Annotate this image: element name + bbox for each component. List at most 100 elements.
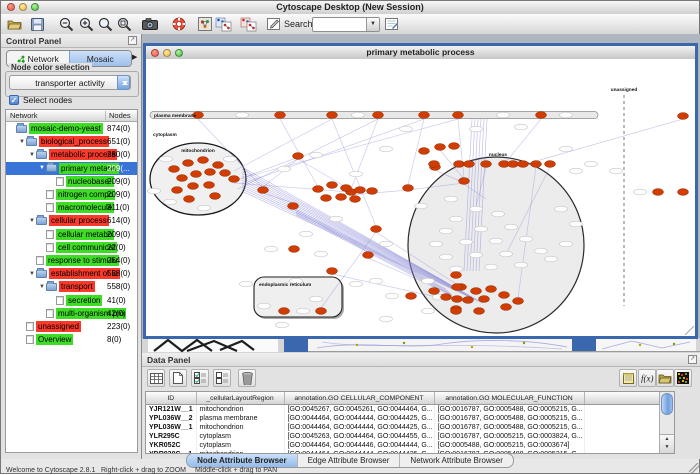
network-canvas[interactable]: plasma membrane cytoplasm mitochondrion …	[146, 59, 695, 336]
network-node[interactable]	[435, 144, 446, 151]
tree-row[interactable]: unassigned223(0)	[6, 320, 137, 333]
expander-icon[interactable]: ▼	[28, 271, 36, 277]
column-header[interactable]	[584, 392, 660, 405]
network-node[interactable]	[531, 161, 542, 168]
function-builder-button[interactable]: f(x)	[638, 369, 656, 387]
network-node[interactable]	[653, 189, 664, 196]
network-node[interactable]	[518, 161, 529, 168]
select-attributes-button[interactable]	[191, 369, 209, 387]
table-row[interactable]: YPL036W__2plasma membrane[GO:0044464, GO…	[146, 414, 660, 423]
tree-row[interactable]: secretion41(0)	[6, 293, 137, 306]
tree-row[interactable]: multi-organism pro42(0)	[6, 307, 137, 320]
tree-row[interactable]: ▼primary metabo209(...	[6, 162, 137, 175]
expander-icon[interactable]: ▼	[28, 218, 36, 224]
network-node[interactable]	[275, 112, 286, 119]
select-nodes-checkbox[interactable]: ✓	[9, 95, 19, 105]
attribute-table-button[interactable]	[147, 369, 165, 387]
vizmapper-button[interactable]	[196, 15, 214, 33]
tree-row[interactable]: ▼establishment of lo558(0)	[6, 267, 137, 280]
annotation-button[interactable]	[265, 15, 283, 33]
save-session-button[interactable]	[28, 15, 46, 33]
tree-row[interactable]: ▼biological_process651(0)	[6, 135, 137, 148]
network-node[interactable]	[441, 294, 452, 301]
network-node[interactable]	[289, 246, 300, 253]
network-node[interactable]	[288, 203, 299, 210]
tab-edge-attribute-browser[interactable]: Edge Attribute Browser	[297, 454, 400, 467]
network-node[interactable]	[279, 308, 290, 315]
network-view-titlebar[interactable]: primary metabolic process	[146, 46, 695, 60]
search-dropdown-icon[interactable]: ▼	[366, 18, 379, 31]
network-node[interactable]	[481, 161, 492, 168]
zoom-out-button[interactable]	[57, 15, 75, 33]
help-button[interactable]	[170, 15, 188, 33]
network-node[interactable]	[327, 112, 338, 119]
tree-row[interactable]: mosaic-demo-yeast874(0)	[6, 122, 137, 135]
column-header[interactable]: ID	[146, 392, 196, 405]
network-node[interactable]	[454, 161, 465, 168]
network-node[interactable]	[258, 187, 269, 194]
network-node[interactable]	[459, 178, 470, 185]
window-resize-grip[interactable]	[689, 463, 699, 473]
network-node[interactable]	[449, 143, 460, 150]
network-node[interactable]	[210, 193, 221, 200]
network-node[interactable]	[204, 182, 215, 189]
tree-row[interactable]: response to stimulu264(0)	[6, 254, 137, 267]
network-node[interactable]	[508, 161, 519, 168]
network-node[interactable]	[184, 196, 195, 203]
network-node[interactable]	[474, 308, 485, 315]
tree-row[interactable]: ▼transport558(0)	[6, 280, 137, 293]
network-node[interactable]	[172, 187, 183, 194]
attribute-table-header-row[interactable]: ID_cellularLayoutRegionannotation.GO CEL…	[146, 392, 660, 405]
advanced-search-button[interactable]	[383, 15, 401, 33]
attribute-table[interactable]: ID_cellularLayoutRegionannotation.GO CEL…	[146, 392, 661, 454]
float-panel-icon[interactable]: ↗	[128, 36, 137, 45]
network-node[interactable]	[453, 112, 464, 119]
tab-network-attribute-browser[interactable]: Network Attribute Browser	[399, 454, 512, 467]
tab-overflow-arrow[interactable]: ▶	[132, 53, 137, 61]
expander-icon[interactable]: ▼	[38, 165, 46, 171]
network-node[interactable]	[336, 194, 347, 201]
network-node[interactable]	[371, 226, 382, 233]
network-node[interactable]	[451, 272, 462, 279]
open-session-button[interactable]	[5, 15, 23, 33]
network-node[interactable]	[419, 112, 430, 119]
network-node[interactable]	[536, 112, 547, 119]
network-node[interactable]	[350, 196, 361, 203]
snapshot-button[interactable]	[141, 15, 159, 33]
network-node[interactable]	[367, 188, 378, 195]
search-input[interactable]: ▼	[312, 17, 380, 32]
network-node[interactable]	[183, 160, 194, 167]
scrollbar-arrows[interactable]: ▲▼	[660, 434, 674, 453]
network-node[interactable]	[429, 161, 440, 168]
network-node[interactable]	[313, 186, 324, 193]
frame-resize-grip[interactable]	[685, 326, 694, 335]
network-node[interactable]	[198, 157, 209, 164]
network-node[interactable]	[479, 296, 490, 303]
table-row[interactable]: YKR052Ccytoplasm[GO:0044464, GO:0044446,…	[146, 441, 660, 450]
float-data-panel-icon[interactable]: ↗	[688, 355, 697, 364]
window-titlebar[interactable]: Cytoscape Desktop (New Session)	[1, 1, 699, 15]
network-node[interactable]	[327, 268, 338, 275]
network-node[interactable]	[177, 175, 188, 182]
table-scrollbar[interactable]: ▲▼	[659, 392, 674, 453]
scrollbar-thumb[interactable]	[661, 393, 673, 415]
network-node[interactable]	[373, 112, 384, 119]
column-header[interactable]: _cellularLayoutRegion	[196, 392, 284, 405]
tree-row[interactable]: ▼cellular process614(0)	[6, 214, 137, 227]
tree-row[interactable]: Overview8(0)	[6, 333, 137, 346]
tree-row[interactable]: nucleobase-209(0)	[6, 175, 137, 188]
network-node[interactable]	[213, 162, 224, 169]
expander-icon[interactable]: ▼	[18, 139, 26, 145]
network-node[interactable]	[678, 113, 689, 120]
expander-icon[interactable]: ▼	[38, 284, 46, 290]
column-header[interactable]: annotation.GO CELLULAR_COMPONENT	[284, 392, 434, 405]
import-attributes-button[interactable]	[656, 369, 674, 387]
network-node[interactable]	[321, 195, 332, 202]
network-node[interactable]	[451, 308, 462, 315]
delete-attribute-button[interactable]	[238, 369, 256, 387]
network-node[interactable]	[188, 183, 199, 190]
new-attribute-button[interactable]	[169, 369, 187, 387]
network-node[interactable]	[229, 176, 240, 183]
column-header[interactable]: annotation.GO MOLECULAR_FUNCTION	[434, 392, 584, 405]
network-node[interactable]	[191, 171, 202, 178]
